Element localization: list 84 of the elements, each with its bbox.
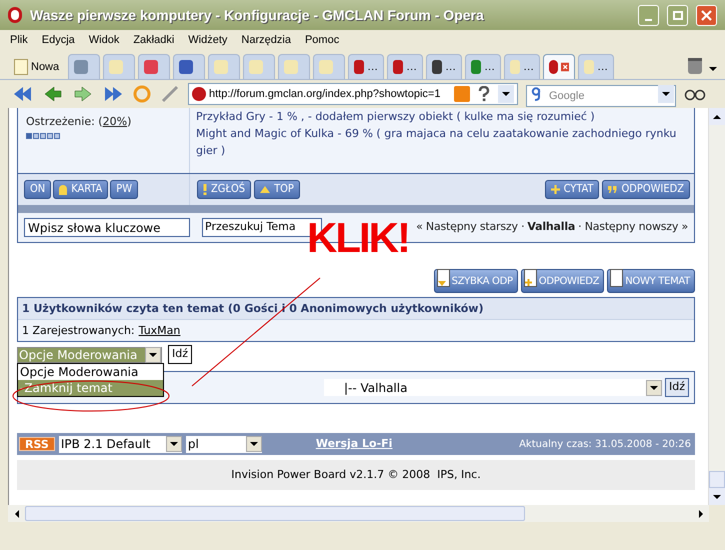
stop-icon xyxy=(549,60,558,74)
browser-tab[interactable] xyxy=(68,54,100,79)
registered-label: 1 Zarejestrowanych: xyxy=(22,323,135,339)
horizontal-scrollbar[interactable] xyxy=(8,505,709,522)
site-icon xyxy=(510,60,520,74)
menu-item[interactable]: Edycja xyxy=(42,32,75,48)
forum-button[interactable]: ZGŁOŚ xyxy=(197,180,252,199)
help-icon[interactable] xyxy=(477,86,491,102)
plus-icon xyxy=(550,185,560,194)
post-text: Might and Magic of Kulka - 69 % ( gra majaca na celu zaatakowanie zachodniego rynku gier ) xyxy=(196,126,678,159)
forum-button[interactable]: KARTA xyxy=(53,180,108,199)
menu-item[interactable]: Widok xyxy=(88,32,120,48)
browser-tab[interactable] xyxy=(543,54,576,79)
document-icon xyxy=(436,269,450,287)
post-text: Przykład Gry - 1 % , - dodałem pierwszy obiekt ( kulke ma się rozumieć ) xyxy=(196,109,596,125)
site-icon xyxy=(471,60,482,74)
user-link[interactable]: TuxMan xyxy=(138,323,180,340)
menu-item[interactable]: Plik xyxy=(10,32,28,48)
copyright-text: Invision Power Board v2.1.7 © 2008 IPS, Inc. xyxy=(231,466,481,483)
site-icon xyxy=(179,60,194,74)
window-title: Wasze pierwsze komputery - Konfiguracje - GMCLAN Forum - Opera xyxy=(30,6,484,25)
back-arrow-icon[interactable] xyxy=(42,84,64,104)
site-icon xyxy=(249,60,264,74)
site-icon xyxy=(432,60,442,74)
site-icon xyxy=(354,60,364,74)
site-icon xyxy=(109,60,124,74)
document-icon xyxy=(524,269,537,287)
next-topic-link[interactable]: · Następny nowszy » xyxy=(578,219,688,236)
trash-icon[interactable] xyxy=(688,58,702,74)
skin-select[interactable]: IPB 2.1 Default xyxy=(58,436,182,452)
maximize-button[interactable] xyxy=(667,4,688,26)
go-button[interactable]: Idź xyxy=(168,345,192,364)
browser-tab[interactable] xyxy=(138,54,170,79)
browser-tab[interactable]: … xyxy=(387,54,424,79)
site-icon xyxy=(393,60,404,74)
forum-jump-select[interactable]: |-- Valhalla xyxy=(324,379,662,396)
address-field[interactable]: http://forum.gmclan.org/index.php?showtopic=1 xyxy=(188,83,518,105)
warning-link[interactable]: 20% xyxy=(102,115,128,128)
site-icon xyxy=(214,60,228,74)
current-topic-text: Valhalla xyxy=(527,219,576,236)
browser-tab[interactable]: … xyxy=(465,54,502,79)
menu-item[interactable]: Widżety xyxy=(188,32,228,48)
language-select[interactable]: pl xyxy=(186,436,262,452)
site-icon xyxy=(74,60,88,74)
quote-icon xyxy=(608,186,618,193)
menu-item[interactable]: Zakładki xyxy=(133,32,174,48)
site-icon xyxy=(192,87,206,101)
close-icon xyxy=(701,10,712,20)
menu-item[interactable]: Narzędzia xyxy=(241,32,291,48)
site-icon xyxy=(284,60,298,74)
search-field[interactable]: Google xyxy=(526,85,676,107)
minimize-button[interactable] xyxy=(638,4,659,26)
person-icon xyxy=(59,184,68,194)
forum-button[interactable]: ON xyxy=(24,180,52,199)
alert-icon xyxy=(203,184,207,195)
page-icon xyxy=(14,59,28,75)
site-icon xyxy=(319,60,334,74)
fast-forward-icon[interactable] xyxy=(102,84,124,104)
site-icon xyxy=(584,60,594,74)
caret-icon[interactable] xyxy=(709,67,717,71)
current-time-text: Aktualny czas: 31.05.2008 - 20:26 xyxy=(519,438,692,452)
search-engine-icon xyxy=(531,87,541,101)
up-arrow-icon xyxy=(260,186,270,193)
dropdown-option[interactable]: Opcje Moderowania xyxy=(18,364,163,380)
browser-tab[interactable]: … xyxy=(578,54,614,79)
close-icon[interactable] xyxy=(560,60,570,74)
browser-tab[interactable]: … xyxy=(426,54,462,79)
opera-logo-icon xyxy=(8,7,22,23)
rewind-icon[interactable] xyxy=(12,84,34,104)
browser-tab[interactable]: … xyxy=(504,54,540,79)
close-button[interactable] xyxy=(696,4,717,26)
browser-tab[interactable]: … xyxy=(348,54,384,79)
keyword-search-field[interactable]: Wpisz słowa kluczowe xyxy=(24,218,190,237)
menu-item[interactable]: Pomoc xyxy=(304,32,340,48)
document-icon xyxy=(610,269,624,287)
forward-arrow-icon[interactable] xyxy=(72,84,94,104)
vertical-scrollbar[interactable] xyxy=(708,108,725,505)
site-icon xyxy=(144,60,158,74)
browser-tab[interactable] xyxy=(173,54,206,79)
glasses-icon[interactable] xyxy=(684,87,706,101)
warning-text: Ostrzeżenie: (20%) xyxy=(26,114,132,130)
pen-icon[interactable] xyxy=(160,84,180,104)
previous-topic-link[interactable]: « Następny starszy · xyxy=(416,219,524,236)
go-button[interactable]: Idź xyxy=(664,378,689,397)
